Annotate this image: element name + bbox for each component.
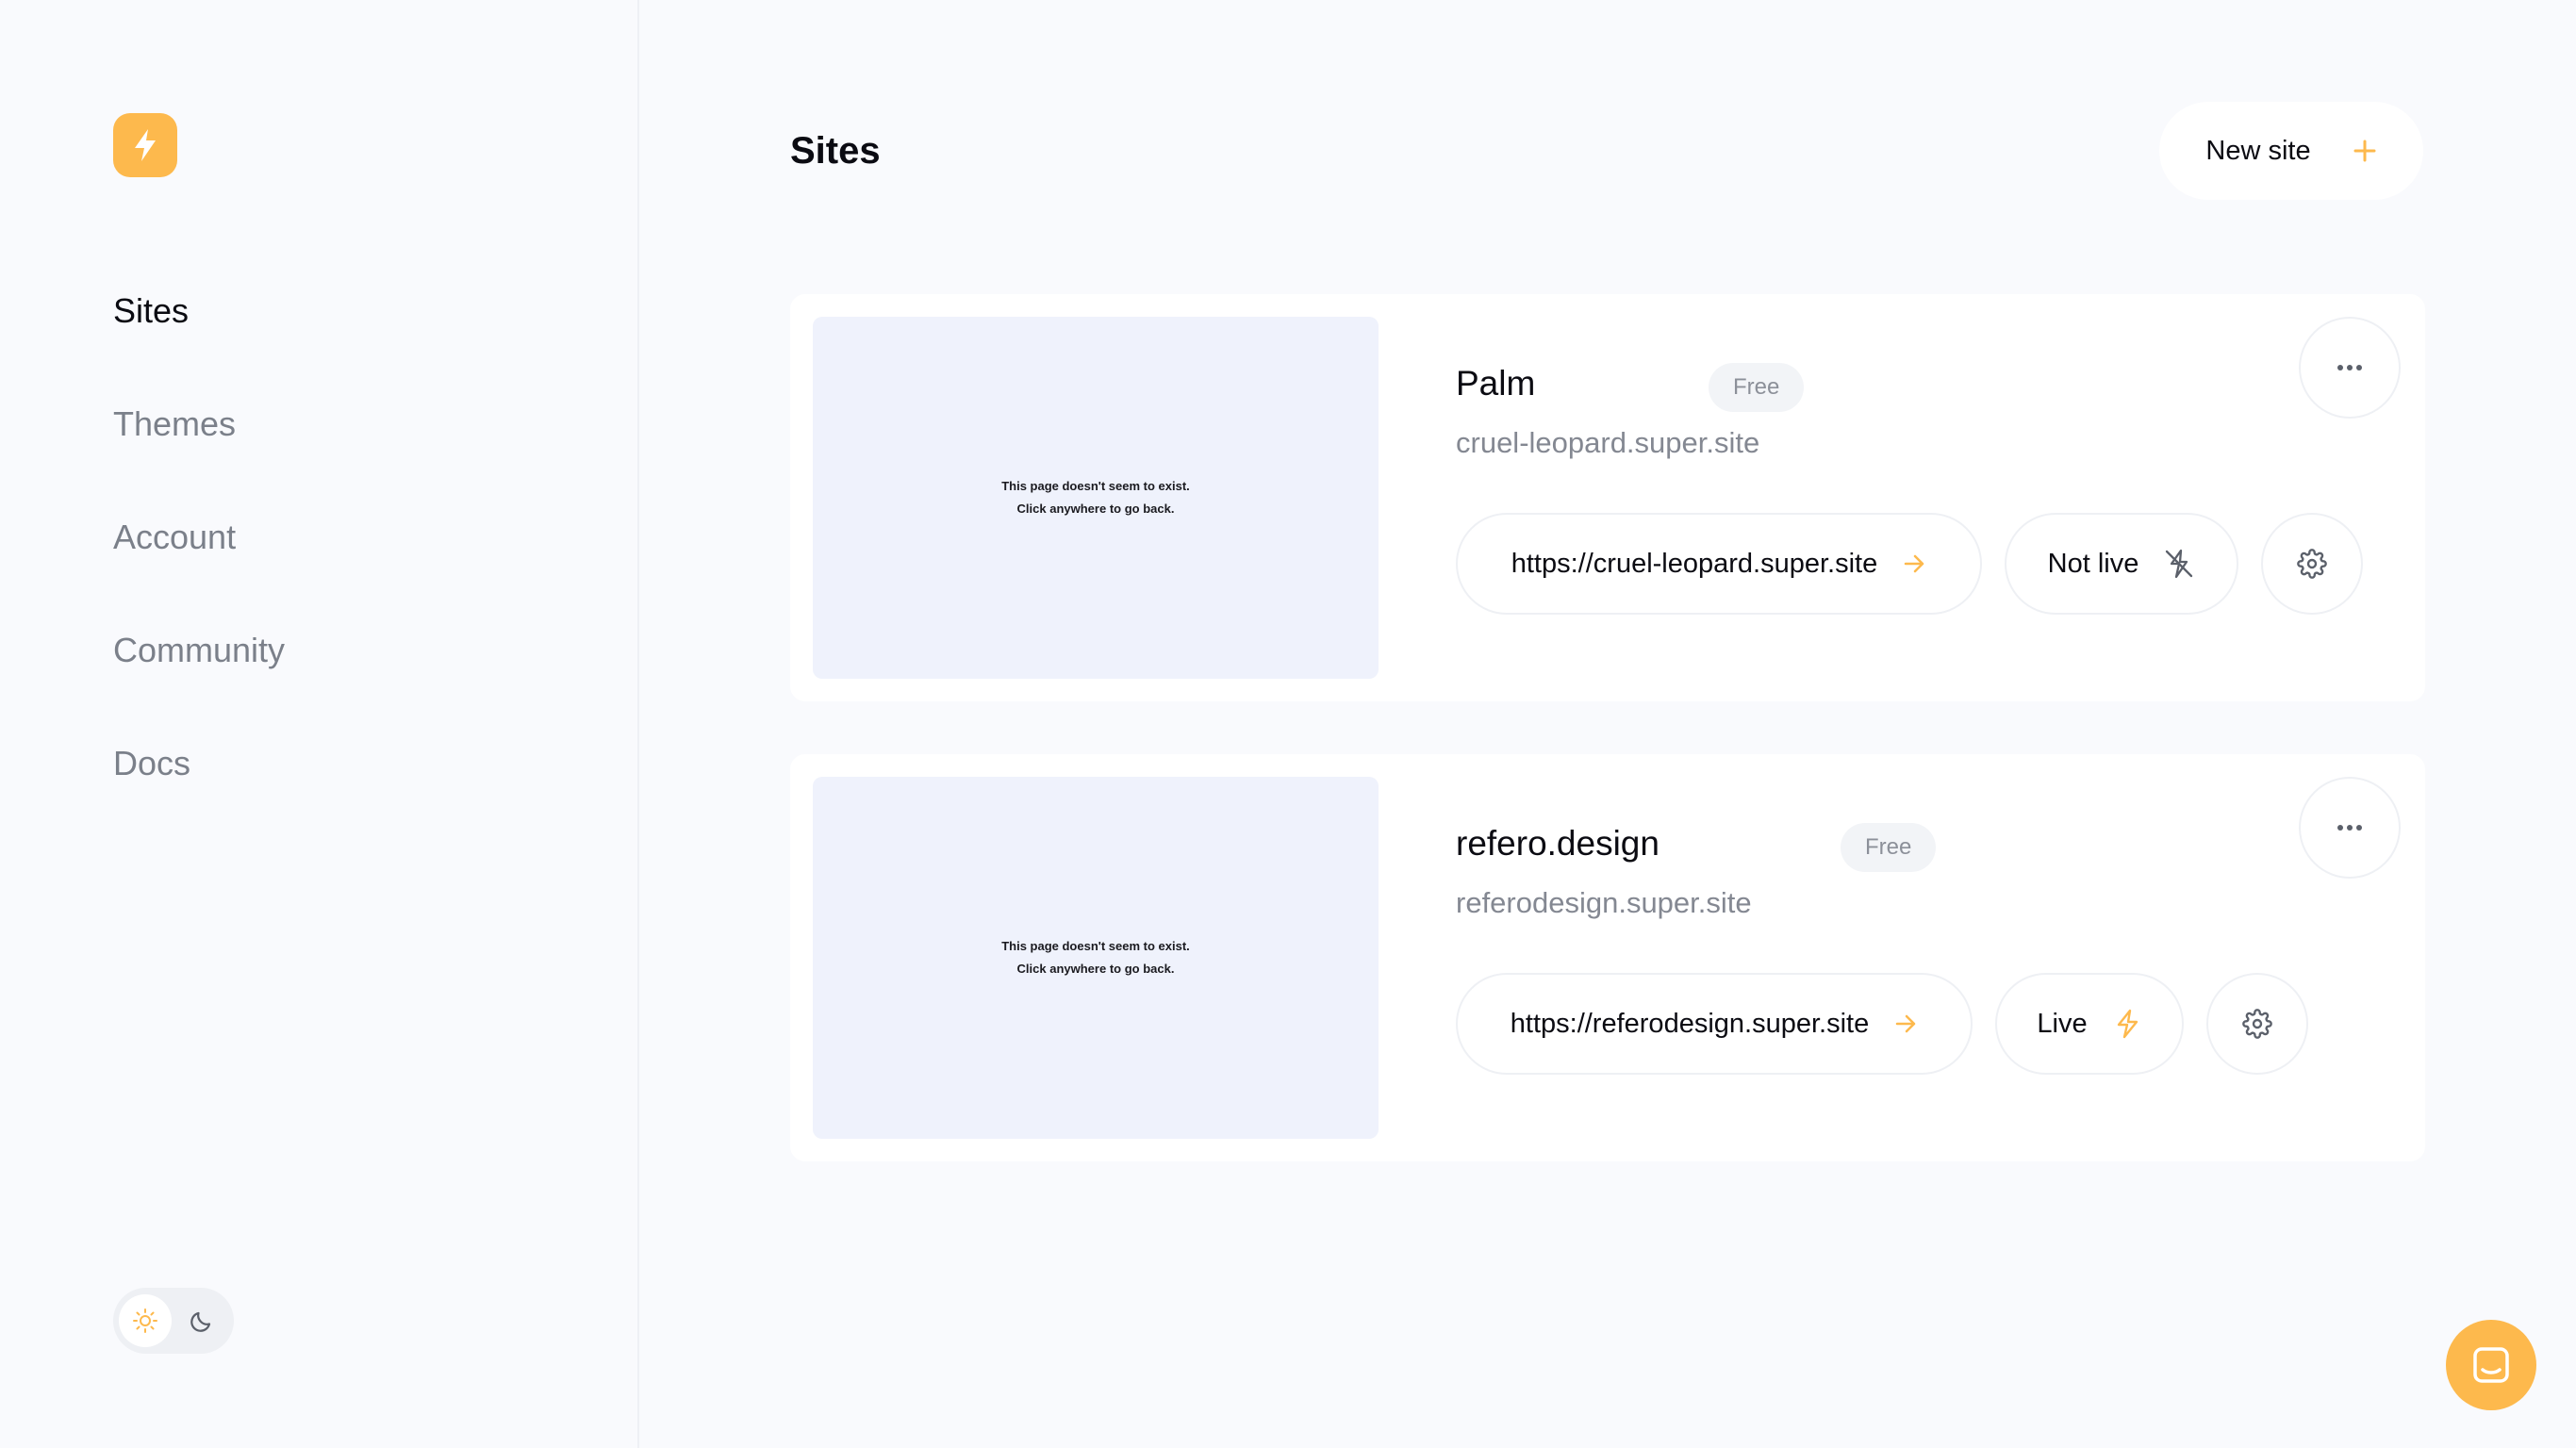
bolt-off-icon — [2166, 549, 2193, 579]
main-content: Sites New site This page doesn't seem to… — [639, 0, 2576, 1448]
gear-icon — [2242, 1009, 2272, 1039]
arrow-right-icon — [1895, 1014, 1916, 1033]
new-site-label: New site — [2205, 135, 2311, 166]
status-label: Live — [2037, 1008, 2088, 1039]
site-card-refero: This page doesn't seem to exist. Click a… — [790, 754, 2425, 1161]
plan-badge: Free — [1841, 823, 1937, 872]
arrow-right-icon — [1904, 554, 1924, 573]
site-preview[interactable]: This page doesn't seem to exist. Click a… — [813, 777, 1379, 1139]
preview-text-line1: This page doesn't seem to exist. — [1001, 479, 1190, 493]
site-subdomain: cruel-leopard.super.site — [1456, 426, 1760, 459]
site-settings-button[interactable] — [2261, 513, 2363, 615]
site-name[interactable]: refero.design — [1456, 824, 1660, 864]
site-url-link[interactable]: https://referodesign.super.site — [1456, 973, 1973, 1075]
moon-icon — [190, 1311, 211, 1332]
preview-text-line2: Click anywhere to go back. — [1016, 502, 1175, 516]
theme-toggle — [113, 1288, 234, 1354]
more-horizontal-icon — [2337, 365, 2362, 370]
site-url-text: https://referodesign.super.site — [1510, 1008, 1870, 1039]
dark-mode-button[interactable] — [175, 1294, 228, 1347]
new-site-button[interactable]: New site — [2159, 102, 2423, 200]
publish-status-button[interactable]: Not live — [2005, 513, 2238, 615]
site-name[interactable]: Palm — [1456, 364, 1535, 403]
app-logo[interactable] — [113, 113, 177, 177]
bolt-icon — [135, 129, 156, 161]
gear-icon — [2297, 549, 2327, 579]
page-title: Sites — [790, 130, 881, 172]
preview-text-line2: Click anywhere to go back. — [1016, 962, 1175, 976]
sidebar: Sites Themes Account Community Docs — [0, 0, 639, 1448]
plan-badge: Free — [1709, 363, 1805, 412]
chat-launcher-button[interactable] — [2446, 1320, 2536, 1410]
site-preview[interactable]: This page doesn't seem to exist. Click a… — [813, 317, 1379, 679]
nav-item-community[interactable]: Community — [113, 624, 285, 737]
site-url-text: https://cruel-leopard.super.site — [1511, 548, 1878, 579]
more-horizontal-icon — [2337, 825, 2362, 831]
main-nav: Sites Themes Account Community Docs — [113, 285, 285, 850]
chat-icon — [2473, 1347, 2509, 1383]
nav-item-themes[interactable]: Themes — [113, 398, 285, 511]
site-settings-button[interactable] — [2206, 973, 2308, 1075]
site-subdomain: referodesign.super.site — [1456, 886, 1752, 919]
bolt-icon — [2117, 1009, 2138, 1039]
nav-item-docs[interactable]: Docs — [113, 737, 285, 850]
more-options-button[interactable] — [2299, 317, 2401, 419]
nav-item-account[interactable]: Account — [113, 511, 285, 624]
light-mode-button[interactable] — [119, 1294, 172, 1347]
nav-item-sites[interactable]: Sites — [113, 285, 285, 398]
sun-icon — [133, 1308, 157, 1333]
publish-status-button[interactable]: Live — [1995, 973, 2184, 1075]
plus-icon — [2353, 140, 2376, 162]
status-label: Not live — [2047, 548, 2139, 579]
site-card-palm: This page doesn't seem to exist. Click a… — [790, 294, 2425, 701]
more-options-button[interactable] — [2299, 777, 2401, 879]
preview-text-line1: This page doesn't seem to exist. — [1001, 939, 1190, 953]
site-url-link[interactable]: https://cruel-leopard.super.site — [1456, 513, 1982, 615]
